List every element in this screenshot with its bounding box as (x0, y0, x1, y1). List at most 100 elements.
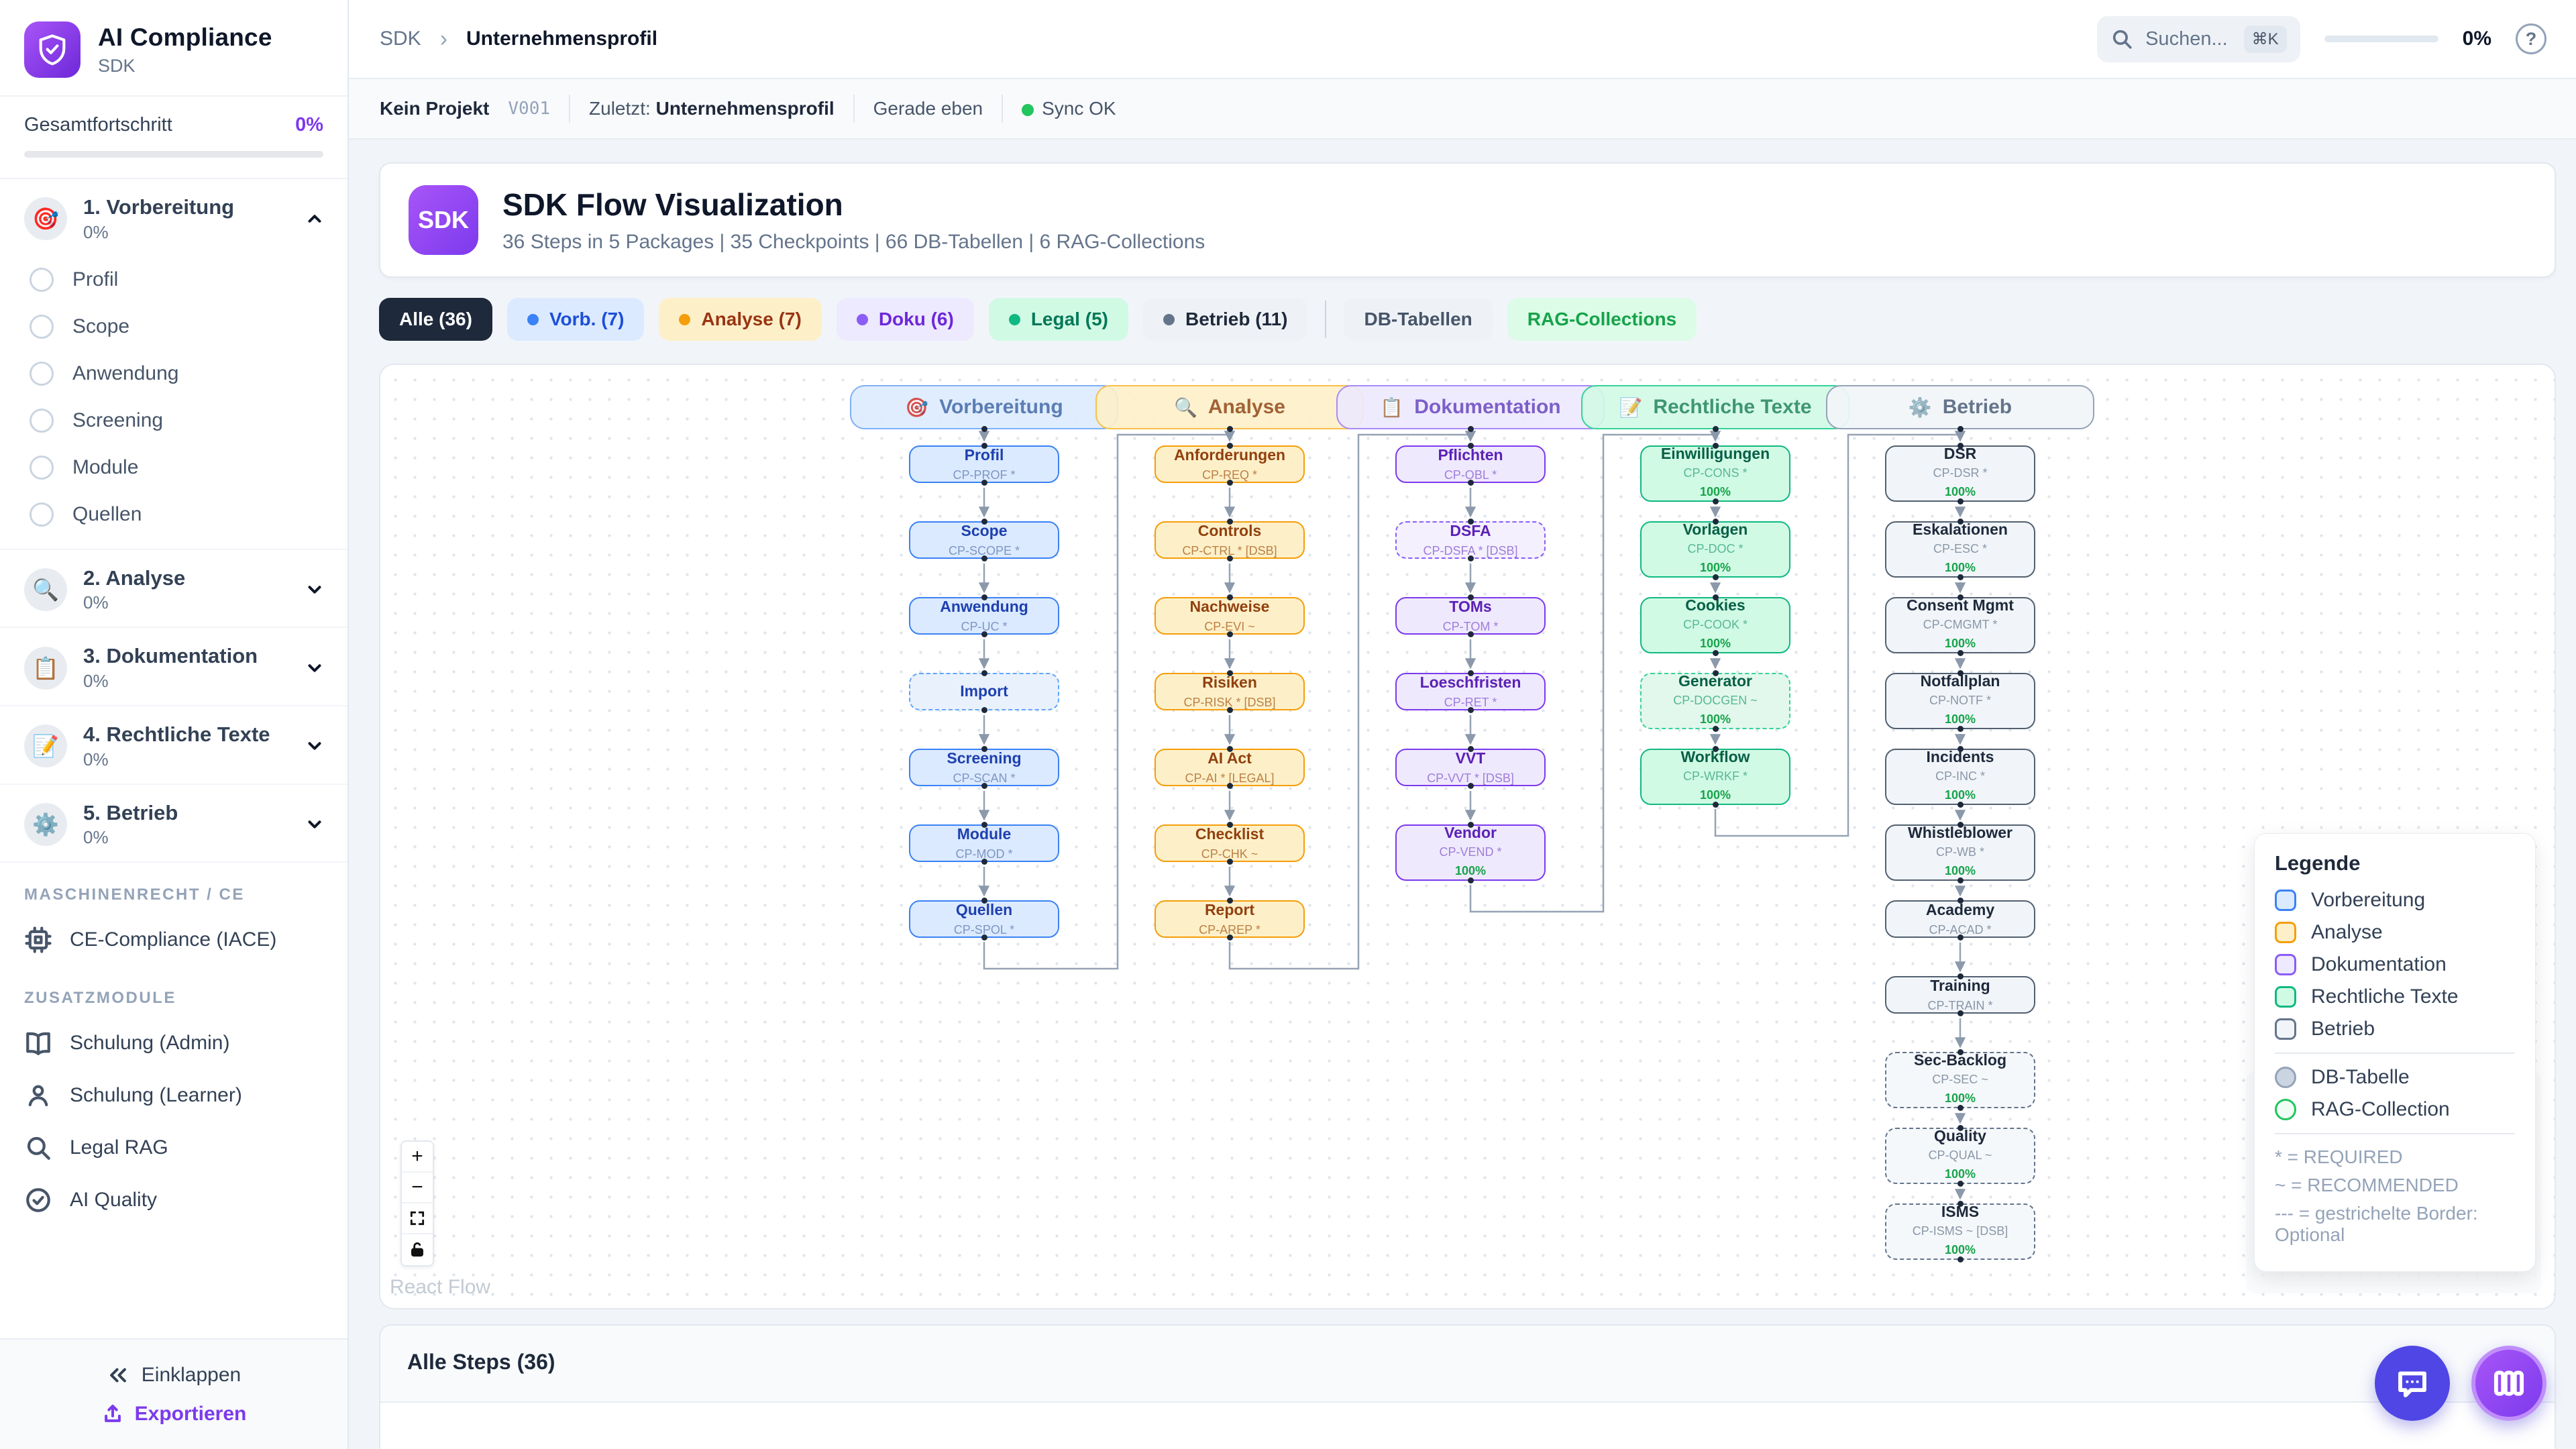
flow-node-ai-act[interactable]: AI ActCP-AI * [LEGAL] (1155, 749, 1305, 786)
flow-node-dsr[interactable]: DSRCP-DSR *100% (1885, 445, 2035, 502)
filter-all[interactable]: Alle (36) (379, 298, 492, 341)
flow-node-checklist[interactable]: ChecklistCP-CHK ~ (1155, 824, 1305, 862)
flow-node-consent-mgmt[interactable]: Consent MgmtCP-CMGMT *100% (1885, 597, 2035, 653)
lock-button[interactable] (402, 1234, 433, 1265)
flow-node-module[interactable]: ModuleCP-MOD * (909, 824, 1059, 862)
divider (1002, 95, 1003, 123)
overall-progress-label: Gesamtfortschritt (24, 114, 172, 136)
node-code: CP-TRAIN * (1927, 999, 1992, 1013)
package-header-betrieb[interactable]: ⚙️Betrieb (1826, 385, 2094, 429)
node-title: Einwilligungen (1661, 445, 1770, 464)
divider (2275, 1133, 2515, 1134)
flow-node-vvt[interactable]: VVTCP-VVT * [DSB] (1395, 749, 1546, 786)
sidebar-item-legal-rag[interactable]: Legal RAG (0, 1122, 347, 1174)
flow-node-workflow[interactable]: WorkflowCP-WRKF *100% (1640, 749, 1790, 805)
sidebar-item-ce-compliance[interactable]: CE-Compliance (IACE) (0, 914, 347, 966)
filter-db[interactable]: DB-Tabellen (1344, 298, 1492, 341)
filter-doku[interactable]: Doku (6) (837, 298, 974, 341)
filter-betrieb[interactable]: Betrieb (11) (1143, 298, 1308, 341)
flow-node-screening[interactable]: ScreeningCP-SCAN * (909, 749, 1059, 786)
flow-node-notfallplan[interactable]: NotfallplanCP-NOTF *100% (1885, 673, 2035, 729)
node-code: CP-CHK ~ (1201, 847, 1258, 861)
sidebar-item-ai-quality[interactable]: AI Quality (0, 1174, 347, 1226)
sidebar-step-profil[interactable]: Profil (0, 256, 347, 303)
flow-node-vorlagen[interactable]: VorlagenCP-DOC *100% (1640, 521, 1790, 578)
sidebar-step-anwendung[interactable]: Anwendung (0, 350, 347, 397)
flow-node-loeschfristen[interactable]: LoeschfristenCP-RET * (1395, 673, 1546, 710)
flow-node-scope[interactable]: ScopeCP-SCOPE * (909, 521, 1059, 559)
export-button[interactable]: Exportieren (101, 1403, 247, 1426)
category-dot (679, 314, 690, 325)
category-dot (527, 314, 539, 325)
zoom-out-button[interactable]: − (402, 1173, 433, 1203)
package-header-legal[interactable]: 📝Rechtliche Texte (1581, 385, 1849, 429)
sidebar-step-scope[interactable]: Scope (0, 303, 347, 350)
board-view-button[interactable] (2471, 1346, 2546, 1421)
flow-node-incidents[interactable]: IncidentsCP-INC *100% (1885, 749, 2035, 805)
sidebar-step-screening[interactable]: Screening (0, 397, 347, 444)
flow-node-dsfa[interactable]: DSFACP-DSFA * [DSB] (1395, 521, 1546, 559)
sidebar-section-4[interactable]: 📝4. Rechtliche Texte0% (0, 706, 347, 785)
flow-node-controls[interactable]: ControlsCP-CTRL * [DSB] (1155, 521, 1305, 559)
sidebar-step-quellen[interactable]: Quellen (0, 491, 347, 538)
filter-label: Doku (6) (879, 309, 954, 330)
flow-node-quellen[interactable]: QuellenCP-SPOL * (909, 900, 1059, 938)
chat-assistant-button[interactable] (2375, 1346, 2450, 1421)
breadcrumb-sdk[interactable]: SDK (380, 28, 421, 50)
collapse-sidebar-button[interactable]: Einklappen (91, 1357, 257, 1393)
sidebar-step-module[interactable]: Module (0, 444, 347, 491)
filter-analyse[interactable]: Analyse (7) (659, 298, 821, 341)
flow-node-pflichten[interactable]: PflichtenCP-OBL * (1395, 445, 1546, 483)
top-header: SDK › Unternehmensprofil Suchen... ⌘K 0%… (349, 0, 2576, 79)
search-icon (2110, 28, 2133, 50)
node-title: ISMS (1941, 1203, 1979, 1222)
node-progress-value: 100% (1945, 561, 1976, 575)
section-title: 5. Betrieb (83, 801, 288, 825)
package-header-analyse[interactable]: 🔍Analyse (1095, 385, 1364, 429)
flow-node-academy[interactable]: AcademyCP-ACAD * (1885, 900, 2035, 938)
node-code: CP-VEND * (1439, 845, 1501, 859)
flow-node-vendor[interactable]: VendorCP-VEND *100% (1395, 824, 1546, 881)
flow-canvas[interactable]: + − React Flow Legende VorbereitungAnaly… (379, 364, 2556, 1309)
flow-node-sec-backlog[interactable]: Sec-BacklogCP-SEC ~100% (1885, 1052, 2035, 1108)
node-code: CP-RISK * [DSB] (1183, 696, 1275, 710)
flow-node-einwilligungen[interactable]: EinwilligungenCP-CONS *100% (1640, 445, 1790, 502)
flow-node-generator[interactable]: GeneratorCP-DOCGEN ~100% (1640, 673, 1790, 729)
package-header-vorb[interactable]: 🎯Vorbereitung (850, 385, 1118, 429)
filter-legal[interactable]: Legal (5) (989, 298, 1128, 341)
sidebar-section-3[interactable]: 📋3. Dokumentation0% (0, 628, 347, 706)
sidebar-section-5[interactable]: ⚙️5. Betrieb0% (0, 785, 347, 863)
group-label-maschinenrecht: MASCHINENRECHT / CE (0, 863, 347, 914)
flow-node-profil[interactable]: ProfilCP-PROF * (909, 445, 1059, 483)
zoom-in-button[interactable]: + (402, 1142, 433, 1173)
node-code: CP-INC * (1935, 769, 1985, 784)
flow-node-anwendung[interactable]: AnwendungCP-UC * (909, 597, 1059, 635)
legend-item: DB-Tabelle (2275, 1066, 2515, 1089)
flow-node-import[interactable]: Import (909, 673, 1059, 710)
package-header-doku[interactable]: 📋Dokumentation (1336, 385, 1605, 429)
fit-view-button[interactable] (402, 1203, 433, 1234)
filter-vorb[interactable]: Vorb. (7) (507, 298, 644, 341)
flow-node-cookies[interactable]: CookiesCP-COOK *100% (1640, 597, 1790, 653)
flow-node-whistleblower[interactable]: WhistleblowerCP-WB *100% (1885, 824, 2035, 881)
search-input[interactable]: Suchen... ⌘K (2097, 16, 2300, 62)
help-button[interactable]: ? (2516, 23, 2546, 54)
filter-rag[interactable]: RAG-Collections (1507, 298, 1697, 341)
flow-node-eskalationen[interactable]: EskalationenCP-ESC *100% (1885, 521, 2035, 578)
flow-node-isms[interactable]: ISMSCP-ISMS ~ [DSB]100% (1885, 1203, 2035, 1260)
node-code: CP-WRKF * (1683, 769, 1748, 784)
node-title: Whistleblower (1908, 824, 2012, 843)
flow-node-toms[interactable]: TOMsCP-TOM * (1395, 597, 1546, 635)
flow-node-quality[interactable]: QualityCP-QUAL ~100% (1885, 1128, 2035, 1184)
sidebar-item-schulung-admin[interactable]: Schulung (Admin) (0, 1017, 347, 1069)
flow-node-risiken[interactable]: RisikenCP-RISK * [DSB] (1155, 673, 1305, 710)
step-status-circle (30, 268, 54, 292)
flow-node-nachweise[interactable]: NachweiseCP-EVI ~ (1155, 597, 1305, 635)
node-progress-value: 100% (1945, 712, 1976, 727)
sidebar-section-2[interactable]: 🔍2. Analyse0% (0, 550, 347, 629)
flow-node-anforderungen[interactable]: AnforderungenCP-REQ * (1155, 445, 1305, 483)
flow-node-report[interactable]: ReportCP-AREP * (1155, 900, 1305, 938)
sidebar-item-schulung-learner[interactable]: Schulung (Learner) (0, 1069, 347, 1122)
flow-node-training[interactable]: TrainingCP-TRAIN * (1885, 976, 2035, 1014)
sidebar-section-1[interactable]: 🎯1. Vorbereitung0% (0, 179, 347, 256)
